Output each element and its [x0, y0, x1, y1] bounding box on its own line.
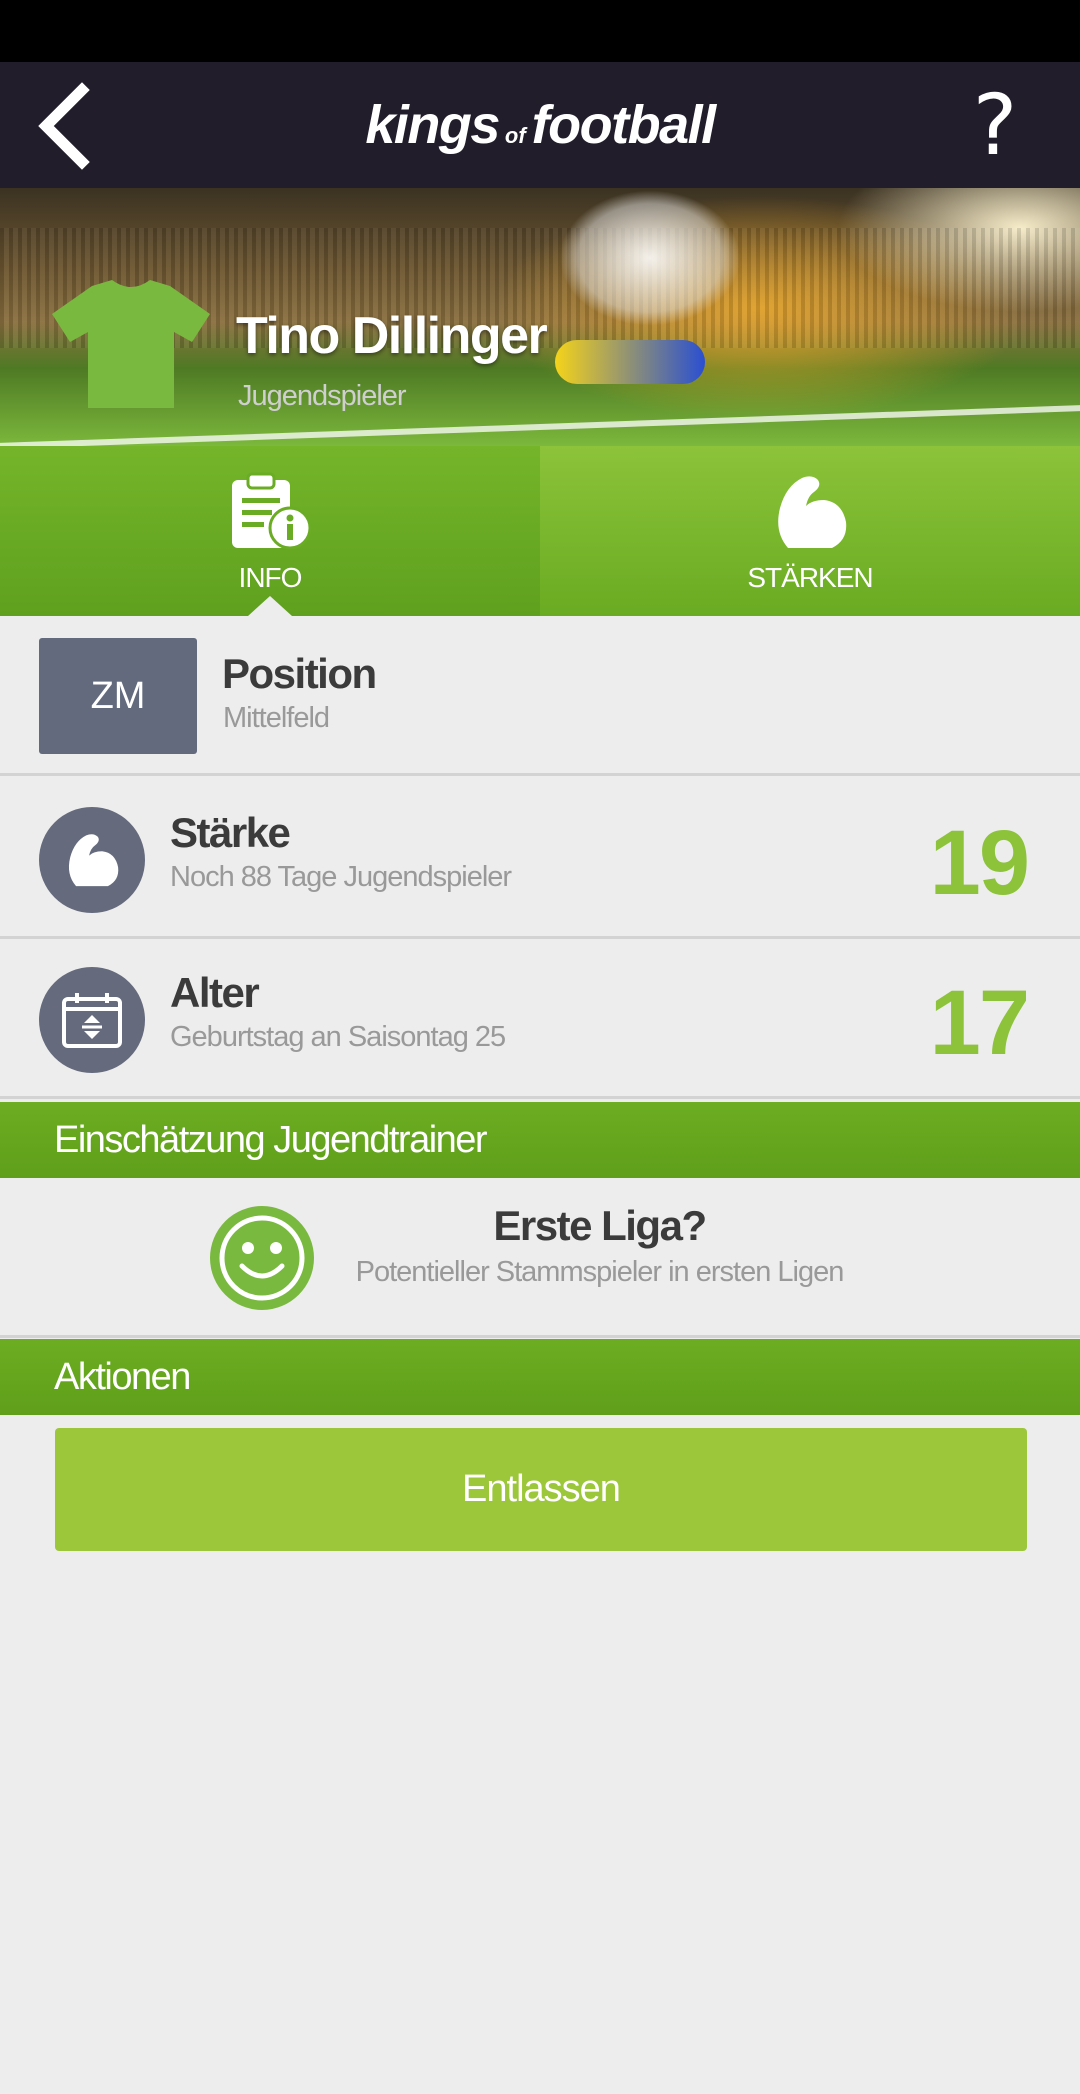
dismiss-button[interactable]: Entlassen: [55, 1428, 1027, 1551]
assessment-row: Erste Liga? Potentieller Stammspieler in…: [0, 1178, 1080, 1338]
age-subtitle: Geburtstag an Saisontag 25: [170, 1021, 506, 1053]
age-value: 17: [929, 972, 1030, 1074]
help-button[interactable]: ?: [960, 80, 1030, 170]
flexed-arm-icon: [68, 834, 119, 887]
strength-row: Stärke Noch 88 Tage Jugendspieler 19: [0, 779, 1080, 939]
player-name: Tino Dillinger: [236, 307, 548, 365]
back-button[interactable]: [30, 80, 120, 170]
strength-subtitle: Noch 88 Tage Jugendspieler: [170, 861, 512, 893]
assessment-subtitle: Potentieller Stammspieler in ersten Lige…: [355, 1256, 845, 1288]
active-tab-indicator: [248, 596, 292, 616]
logo-football: football: [531, 95, 716, 155]
strength-value: 19: [929, 812, 1030, 914]
tab-bar: INFO STÄRKEN: [0, 446, 1080, 616]
tab-staerken[interactable]: STÄRKEN: [540, 446, 1080, 616]
position-value: Mittelfeld: [223, 702, 330, 734]
jersey-icon: [52, 280, 210, 408]
position-title: Position: [222, 650, 377, 697]
tab-info[interactable]: INFO: [0, 446, 540, 616]
age-title: Alter: [170, 969, 260, 1016]
smiley-icon: [210, 1206, 314, 1310]
position-row: ZM Position Mittelfeld: [0, 616, 1080, 776]
strength-icon-circle: [39, 807, 145, 913]
pitch-line: [0, 405, 1080, 446]
flexed-arm-icon: [778, 476, 847, 548]
calendar-icon: [62, 993, 122, 1048]
app-bar: kings of football ?: [0, 62, 1080, 188]
clipboard-info-icon: [232, 472, 312, 550]
age-row: Alter Geburtstag an Saisontag 25 17: [0, 939, 1080, 1099]
player-role: Jugendspieler: [238, 380, 407, 412]
chevron-left-icon: [38, 82, 90, 170]
position-badge: ZM: [39, 638, 197, 754]
logo-kings: kings: [365, 95, 500, 155]
assessment-section-header: Einschätzung Jugendtrainer: [0, 1102, 1080, 1178]
logo-of: of: [504, 123, 526, 148]
age-icon-circle: [39, 967, 145, 1073]
status-bar: [0, 0, 1080, 62]
hero-image-detail: [555, 340, 705, 384]
player-header: Tino Dillinger Jugendspieler: [0, 188, 1080, 446]
app-logo: kings of football: [365, 94, 716, 156]
actions-section-header: Aktionen: [0, 1339, 1080, 1415]
tab-info-label: INFO: [238, 562, 303, 593]
assessment-title: Erste Liga?: [493, 1202, 707, 1249]
tab-staerken-label: STÄRKEN: [747, 562, 873, 593]
strength-title: Stärke: [170, 809, 291, 856]
